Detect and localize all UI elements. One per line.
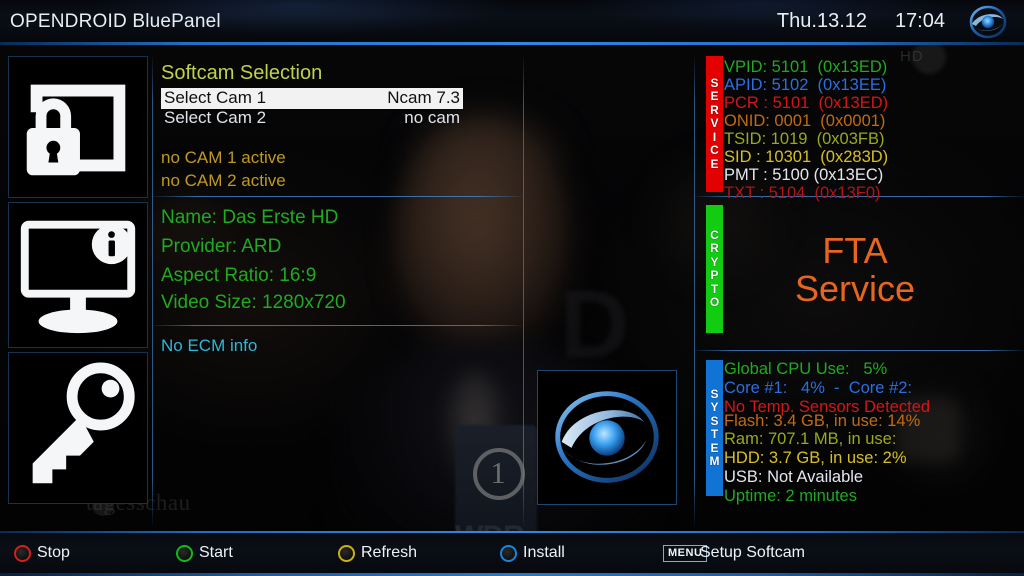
crypto-panel-bar-label: C R Y P T O bbox=[706, 205, 723, 333]
system-bar-letter: S bbox=[710, 413, 719, 428]
install-button-dot[interactable] bbox=[500, 545, 517, 562]
clock-time: 17:04 bbox=[894, 10, 945, 32]
separator-left-center bbox=[152, 56, 153, 526]
service-aspect-ratio: Aspect Ratio: 16:9 bbox=[161, 265, 317, 286]
service-bar-letter: E bbox=[710, 156, 719, 171]
service-video-size: Video Size: 1280x720 bbox=[161, 292, 346, 313]
service-line-sid: SID : 10301 (0x283D) bbox=[724, 148, 889, 166]
service-line-vpid: VPID: 5101 (0x13ED) bbox=[724, 58, 888, 76]
service-bar-letter: C bbox=[710, 143, 719, 158]
sidebar-item-screen-lock[interactable] bbox=[8, 56, 148, 198]
sidebar-item-key[interactable] bbox=[8, 352, 148, 504]
separator-above-ecm bbox=[152, 325, 522, 326]
separator-above-service-info bbox=[152, 196, 522, 197]
system-panel-bar-label: S Y S T E M bbox=[706, 360, 723, 496]
screen-lock-icon bbox=[26, 84, 126, 176]
install-button[interactable]: Install bbox=[523, 544, 565, 562]
crypto-bar-letter: Y bbox=[710, 254, 719, 269]
cam2-status-text: no CAM 2 active bbox=[161, 171, 286, 190]
separator-center-right bbox=[523, 56, 524, 526]
crypto-bar-letter: P bbox=[710, 268, 719, 282]
separator-right-panel bbox=[694, 56, 695, 526]
refresh-button[interactable]: Refresh bbox=[361, 544, 417, 562]
opendroid-eye-logo-icon bbox=[555, 391, 659, 483]
service-bar-letter: R bbox=[710, 102, 719, 117]
service-bar-letter: V bbox=[710, 116, 719, 131]
start-button[interactable]: Start bbox=[199, 544, 233, 562]
sidebar-item-monitor-info[interactable] bbox=[8, 202, 148, 348]
refresh-button-dot[interactable] bbox=[338, 545, 355, 562]
page-title: OPENDROID BluePanel bbox=[10, 11, 221, 32]
clock-date: Thu.13.12 bbox=[776, 10, 867, 32]
system-bar-letter: E bbox=[710, 440, 719, 455]
system-bar-letter: Y bbox=[710, 400, 719, 414]
softcam-row-cam2-value: no cam bbox=[404, 108, 460, 127]
setup-softcam-button[interactable]: Setup Softcam bbox=[700, 544, 805, 562]
opendroid-eye-logo-icon bbox=[958, 2, 1018, 42]
stop-button-dot[interactable] bbox=[14, 545, 31, 562]
softcam-row-cam1-label: Select Cam 1 bbox=[164, 88, 267, 107]
monitor-info-icon bbox=[20, 220, 136, 334]
softcam-section-title: Softcam Selection bbox=[161, 62, 323, 84]
softcam-row-cam1[interactable]: Select Cam 1 Ncam 7.3 bbox=[161, 88, 463, 109]
tv-panel-screen: D HD 1 tagesschau WDR OPENDROID BluePane… bbox=[0, 0, 1024, 576]
center-opendroid-logo bbox=[537, 370, 677, 505]
crypto-bar-letter: R bbox=[710, 241, 719, 255]
system-line-cpu: Global CPU Use: 5% bbox=[724, 360, 888, 378]
system-line-cores: Core #1: 4% - Core #2: bbox=[724, 379, 913, 397]
stop-button[interactable]: Stop bbox=[37, 544, 70, 562]
service-name: Name: Das Erste HD bbox=[161, 207, 339, 228]
service-line-onid: ONID: 0001 (0x0001) bbox=[724, 112, 886, 130]
service-panel-bar-label: S E R V I C E bbox=[706, 56, 723, 192]
crypto-status-line2: Service bbox=[794, 268, 916, 309]
service-line-pcr: PCR : 5101 (0x13ED) bbox=[724, 94, 889, 112]
softcam-row-cam2[interactable]: Select Cam 2 no cam bbox=[161, 108, 463, 129]
start-button-dot[interactable] bbox=[176, 545, 193, 562]
service-line-tsid: TSID: 1019 (0x03FB) bbox=[724, 130, 885, 148]
service-line-txt: TXT : 5104 (0x13F0) bbox=[724, 184, 881, 202]
system-line-ram: Ram: 707.1 MB, in use: bbox=[724, 430, 897, 448]
service-bar-letter: I bbox=[712, 129, 717, 144]
separator-above-system bbox=[694, 350, 1024, 351]
crypto-status-line1: FTA bbox=[822, 230, 888, 271]
system-bar-letter: M bbox=[709, 454, 720, 468]
service-bar-letter: S bbox=[710, 75, 719, 90]
softcam-row-cam1-value: Ncam 7.3 bbox=[387, 88, 460, 107]
system-bar-letter: S bbox=[710, 386, 719, 401]
system-line-flash: Flash: 3.4 GB, in use: 14% bbox=[724, 412, 921, 430]
ecm-info-text: No ECM info bbox=[161, 336, 258, 355]
crypto-bar-letter: O bbox=[709, 295, 720, 309]
crypto-bar-letter: C bbox=[710, 227, 719, 242]
service-line-apid: APID: 5102 (0x13EE) bbox=[724, 76, 887, 94]
service-provider: Provider: ARD bbox=[161, 236, 282, 257]
service-bar-letter: E bbox=[710, 89, 719, 104]
system-bar-letter: T bbox=[710, 427, 719, 441]
key-icon bbox=[32, 362, 135, 484]
top-bar-underline bbox=[0, 42, 1024, 45]
cam1-status-text: no CAM 1 active bbox=[161, 148, 286, 167]
system-line-usb: USB: Not Available bbox=[724, 468, 864, 486]
system-line-uptime: Uptime: 2 minutes bbox=[724, 487, 857, 505]
softcam-row-cam2-label: Select Cam 2 bbox=[164, 108, 267, 127]
system-line-hdd: HDD: 3.7 GB, in use: 2% bbox=[724, 449, 907, 467]
crypto-bar-letter: T bbox=[710, 281, 719, 296]
service-line-pmt: PMT : 5100 (0x13EC) bbox=[724, 166, 884, 184]
